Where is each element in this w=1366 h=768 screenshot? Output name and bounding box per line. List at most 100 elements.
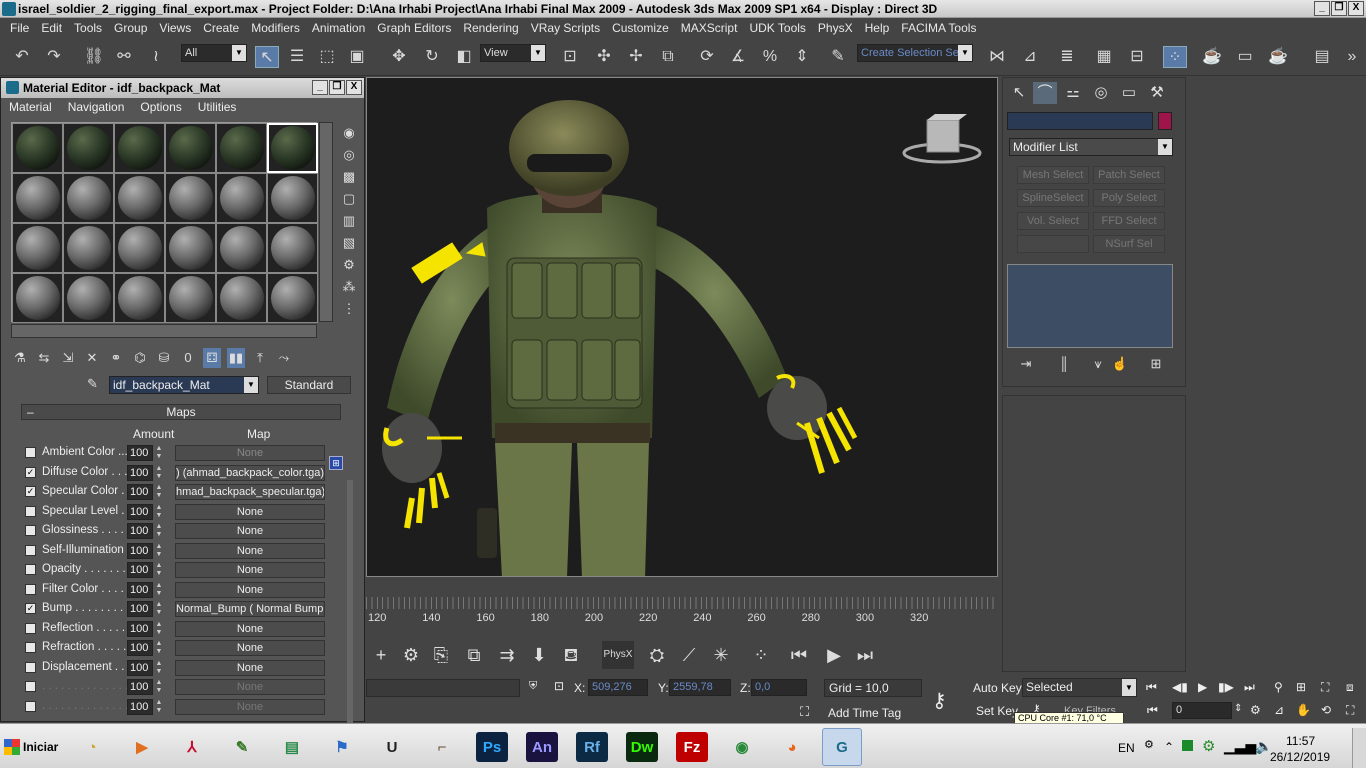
map-enable-checkbox[interactable] — [25, 583, 36, 595]
select-link-icon[interactable]: ⛓ — [82, 46, 106, 68]
map-amount-field[interactable]: 100 — [127, 484, 153, 500]
physx-tool2-icon[interactable]: ⟋ — [676, 641, 702, 669]
sample-slot[interactable] — [165, 223, 216, 273]
sample-slot[interactable] — [114, 223, 165, 273]
select-manipulate-icon[interactable]: ✣ — [592, 46, 616, 68]
slots-vertical-scrollbar[interactable] — [319, 122, 333, 322]
menu-vray-scripts[interactable]: VRay Scripts — [525, 21, 606, 35]
map-slot-button[interactable]: None — [175, 445, 325, 461]
menu-views[interactable]: Views — [153, 21, 197, 35]
flash-icon[interactable]: Rf — [576, 732, 608, 762]
key-mode-toggle-icon[interactable]: ⏮ — [1147, 703, 1158, 718]
monitor-tray-icon[interactable] — [1182, 740, 1193, 751]
sample-slot[interactable] — [216, 223, 267, 273]
rectangle-selection-icon[interactable]: ⬚ — [315, 46, 339, 68]
menu-file[interactable]: File — [4, 21, 35, 35]
network-tool-icon[interactable]: ▤ — [272, 728, 312, 766]
me-restore-button[interactable]: ❐ — [329, 80, 345, 95]
close-button[interactable]: X — [1348, 1, 1364, 16]
redo-icon[interactable]: ↷ — [42, 46, 66, 68]
menu-group[interactable]: Group — [108, 21, 153, 35]
pan-icon[interactable]: ✋ — [1296, 703, 1311, 717]
put-to-library-icon[interactable]: ⛁ — [155, 348, 173, 368]
ref-coord-dropdown[interactable]: View ▼ — [480, 44, 546, 62]
unlink-icon[interactable]: ⚯ — [112, 46, 136, 68]
sample-slot[interactable] — [12, 273, 63, 323]
tab-create-icon[interactable]: ↖ — [1007, 82, 1031, 104]
keyboard-shortcut-icon[interactable]: ✢ — [624, 46, 648, 68]
3dsmax-app-icon[interactable] — [2, 2, 16, 16]
background-checker-icon[interactable]: ▩ — [339, 166, 359, 188]
map-amount-field[interactable]: 100 — [127, 679, 153, 695]
amount-spinner[interactable]: ▲ ▼ — [154, 679, 164, 695]
selection-filter-dropdown[interactable]: All ▼ — [181, 44, 247, 62]
make-copy-icon[interactable]: ⚭ — [107, 348, 125, 368]
map-slot-button[interactable]: None — [175, 523, 325, 539]
map-amount-field[interactable]: 100 — [127, 464, 153, 481]
select-object-icon[interactable]: ↖ — [255, 46, 279, 68]
prev-frame-icon[interactable]: ◀▮ — [1172, 680, 1188, 694]
sample-slot[interactable] — [216, 273, 267, 323]
chrome-icon[interactable]: ◉ — [722, 728, 762, 766]
menu-physx[interactable]: PhysX — [812, 21, 859, 35]
rifle-icon[interactable]: ⌐ — [422, 728, 462, 766]
undo-icon[interactable]: ↶ — [10, 46, 34, 68]
tool-icon[interactable]: ⚙ — [398, 641, 424, 669]
edit-named-selection-icon[interactable]: ✎ — [826, 46, 850, 68]
map-amount-field[interactable]: 100 — [127, 620, 153, 637]
field-of-view-icon[interactable]: ⊿ — [1274, 703, 1284, 717]
lock-icon[interactable]: ⊞ — [329, 456, 343, 470]
sample-slot[interactable] — [267, 273, 318, 323]
scale-icon[interactable]: ◧ — [452, 46, 476, 68]
pick-material-icon[interactable]: ✎ — [87, 376, 98, 392]
amount-spinner[interactable]: ▲ ▼ — [154, 660, 164, 676]
next-frame-icon[interactable]: ▮▶ — [1218, 680, 1234, 694]
menu-facima-tools[interactable]: FACIMA Tools — [895, 21, 982, 35]
map-amount-field[interactable]: 100 — [127, 581, 153, 598]
maps-rollout-header[interactable]: – Maps — [21, 404, 341, 420]
map-slot-button[interactable]: ) (ahmad_backpack_color.tga) — [175, 464, 325, 481]
menu-udk-tools[interactable]: UDK Tools — [743, 21, 811, 35]
map-slot-button[interactable]: hmad_backpack_specular.tga) — [175, 484, 325, 500]
menu-tools[interactable]: Tools — [68, 21, 108, 35]
toolbar-overflow-icon[interactable]: » — [1340, 46, 1364, 68]
amount-spinner[interactable]: ▲ ▼ — [154, 465, 164, 481]
physx-icon[interactable]: PhysX — [602, 641, 634, 669]
tab-utilities-icon[interactable]: ⚒ — [1145, 82, 1169, 104]
menu-graph-editors[interactable]: Graph Editors — [371, 21, 457, 35]
spinner-snap-icon[interactable]: ⇕ — [790, 46, 814, 68]
map-slot-button[interactable]: None — [175, 542, 325, 559]
amount-spinner[interactable]: ▲ ▼ — [154, 582, 164, 598]
y-coord-field[interactable]: 2559,78 — [669, 679, 731, 696]
map-slot-button[interactable]: Normal_Bump ( Normal Bump ) — [175, 601, 325, 617]
minimize-button[interactable]: _ — [1314, 1, 1330, 16]
rotate-icon[interactable]: ↻ — [420, 46, 444, 68]
bind-space-warp-icon[interactable]: ≀ — [144, 46, 168, 68]
firefox-icon[interactable]: ◕ — [772, 728, 812, 766]
map-slot-button[interactable]: None — [175, 620, 325, 637]
tab-motion-icon[interactable]: ◎ — [1089, 82, 1113, 104]
amount-spinner[interactable]: ▲ ▼ — [154, 543, 164, 559]
get-material-icon[interactable]: ⚗ — [11, 348, 29, 368]
material-editor-icon[interactable]: ⁘ — [1163, 46, 1187, 68]
sample-uv-tiling-icon[interactable]: ▢ — [339, 188, 359, 210]
map-amount-field[interactable]: 100 — [127, 698, 153, 715]
key-icon[interactable]: ⚷ — [932, 688, 947, 713]
zoom-extents-icon[interactable]: ⛶ — [1321, 680, 1329, 695]
modifier-list-dropdown[interactable]: Modifier List ▼ — [1009, 138, 1173, 156]
render-setup-icon[interactable]: ☕ — [1200, 46, 1224, 68]
media-player-icon[interactable]: ▶ — [122, 728, 162, 766]
me-menu-material[interactable]: Material — [1, 100, 60, 114]
sample-slot[interactable] — [12, 173, 63, 223]
tab-hierarchy-icon[interactable]: ⚍ — [1061, 82, 1085, 104]
map-enable-checkbox[interactable] — [25, 544, 36, 556]
add-icon[interactable]: + — [368, 641, 394, 669]
map-slot-button[interactable]: None — [175, 503, 325, 520]
modifier-set-button[interactable]: Vol. Select — [1017, 212, 1089, 230]
go-to-parent-icon[interactable]: ⤒ — [251, 348, 269, 368]
sample-slot[interactable] — [165, 123, 216, 173]
pin-stack-icon[interactable]: ⇥ — [1015, 354, 1037, 374]
show-map-in-viewport-icon[interactable]: ⚃ — [203, 348, 221, 368]
add-time-tag-button[interactable]: Add Time Tag — [828, 706, 901, 720]
sample-slot[interactable] — [267, 173, 318, 223]
